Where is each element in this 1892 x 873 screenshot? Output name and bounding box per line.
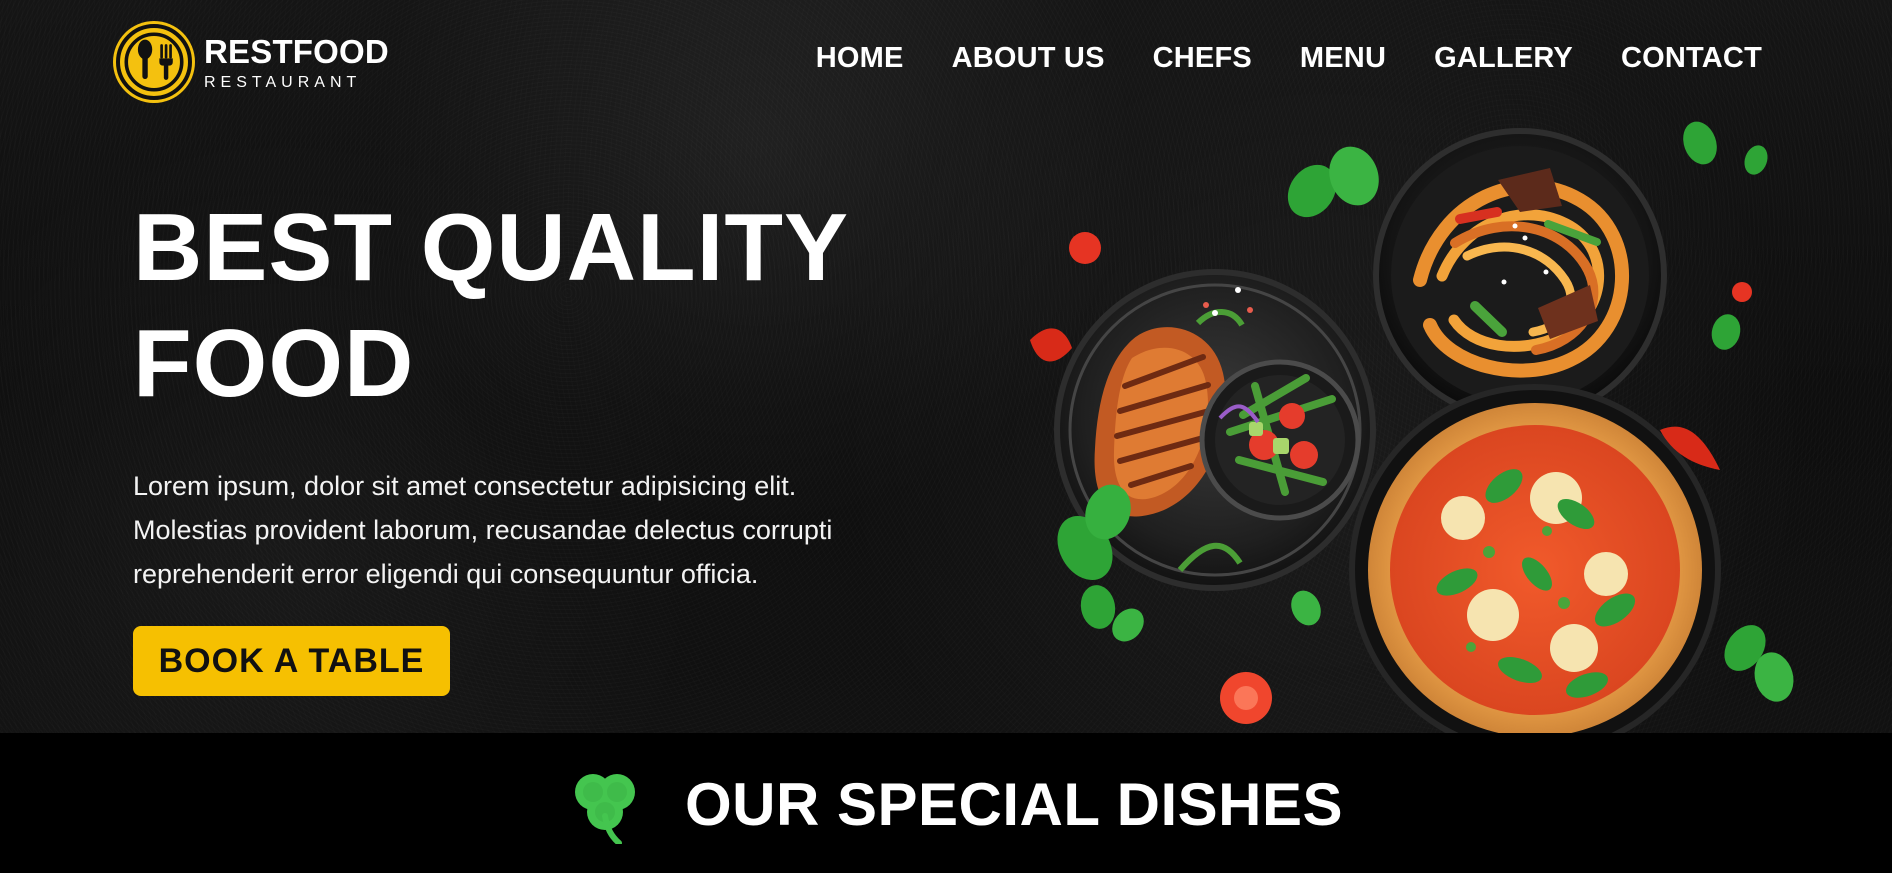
hero-description-line-3: reprehenderit error eligendi qui consequ… xyxy=(133,559,759,589)
hero-title-line-2: FOOD xyxy=(133,310,415,417)
hero-description-line-1: Lorem ipsum, dolor sit amet consectetur … xyxy=(133,471,797,501)
nav-home-link[interactable]: HOME xyxy=(816,42,904,75)
book-table-button[interactable]: BOOK A TABLE xyxy=(133,626,450,696)
brand-subtitle: RESTAURANT xyxy=(204,74,362,91)
brand-logo[interactable]: RESTFOOD RESTAURANT xyxy=(116,22,396,102)
shamrock-icon xyxy=(565,764,645,844)
hero-copy: BEST QUALITY FOOD Lorem ipsum, dolor sit… xyxy=(133,190,913,696)
nav-contact-link[interactable]: CONTACT xyxy=(1621,42,1762,75)
utensils-icon xyxy=(116,24,192,100)
noodles-bowl-icon xyxy=(1373,128,1667,422)
pizza-icon xyxy=(1349,384,1721,733)
special-dishes-title: OUR SPECIAL DISHES xyxy=(685,770,1344,838)
brand-text: RESTFOOD RESTAURANT xyxy=(204,33,389,91)
hero-section: RESTFOOD RESTAURANT HOME ABOUT US CHEFS … xyxy=(0,0,1892,733)
special-dishes-header: OUR SPECIAL DISHES xyxy=(565,769,1344,844)
nav-about-link[interactable]: ABOUT US xyxy=(952,42,1105,75)
restaurant-page: RESTFOOD RESTAURANT HOME ABOUT US CHEFS … xyxy=(0,0,1892,873)
nav-chefs-link[interactable]: CHEFS xyxy=(1153,42,1252,75)
nav-gallery-link[interactable]: GALLERY xyxy=(1434,42,1573,75)
hero-title: BEST QUALITY FOOD xyxy=(133,190,893,422)
special-dishes-section: OUR SPECIAL DISHES xyxy=(0,733,1892,873)
hero-title-line-1: BEST QUALITY xyxy=(133,194,850,301)
food-collage xyxy=(960,100,1820,733)
hero-description-line-2: Molestias provident laborum, recusandae … xyxy=(133,515,833,545)
main-navigation: HOME ABOUT US CHEFS MENU GALLERY CONTACT xyxy=(816,42,1762,75)
hero-description: Lorem ipsum, dolor sit amet consectetur … xyxy=(133,464,903,596)
nav-menu-link[interactable]: MENU xyxy=(1300,42,1386,75)
brand-title: RESTFOOD xyxy=(204,33,389,70)
